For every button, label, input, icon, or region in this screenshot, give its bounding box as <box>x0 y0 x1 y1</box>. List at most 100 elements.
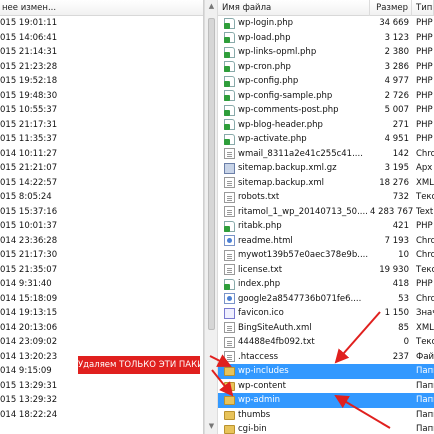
modified-date-row[interactable]: 015 21:35:07 <box>0 263 203 278</box>
php-file-icon <box>224 32 235 44</box>
modified-date-row[interactable]: 014 23:36:28 <box>0 234 203 249</box>
file-name: wp-content <box>238 380 286 391</box>
modified-date-row[interactable]: 015 21:23:28 <box>0 60 203 75</box>
file-row[interactable]: BingSiteAuth.xml 85 XML <box>218 321 434 336</box>
file-size: 4 977 <box>384 76 409 87</box>
file-name-cell: wp-links-opml.php <box>218 46 370 58</box>
modified-date-row[interactable]: 015 14:06:41 <box>0 31 203 46</box>
modified-date-row[interactable]: 015 10:01:37 <box>0 219 203 234</box>
file-row[interactable]: cgi-bin Папк <box>218 422 434 434</box>
modified-date-row[interactable]: 015 19:01:11 <box>0 16 203 31</box>
file-size: 271 <box>392 119 409 130</box>
file-row[interactable]: favicon.ico 1 150 Знач <box>218 306 434 321</box>
file-type: PHP <box>416 221 433 232</box>
file-name: wmail_8311a2e41c255c41.... <box>238 148 363 159</box>
file-row[interactable]: google2a8547736b071fe6.... 53 Chro <box>218 292 434 307</box>
file-type: Папк <box>416 380 434 391</box>
php-file-icon <box>224 278 235 290</box>
file-type: Текс <box>416 192 434 203</box>
file-row[interactable]: wp-load.php 3 123 PHP <box>218 31 434 46</box>
file-row[interactable]: .htaccess 237 Файл <box>218 350 434 365</box>
file-row[interactable]: wp-login.php 34 669 PHP <box>218 16 434 31</box>
file-row[interactable]: thumbs Папк <box>218 408 434 423</box>
file-row[interactable]: wp-includes Папк <box>218 364 434 379</box>
file-size: 3 195 <box>384 163 409 174</box>
file-row[interactable]: ritamol_1_wp_20140713_50.... 4 283 767 Tex… <box>218 205 434 220</box>
file-name-cell: mywot139b57e0aec378e9b.... <box>218 249 370 261</box>
file-name: BingSiteAuth.xml <box>238 322 312 333</box>
file-row[interactable]: mywot139b57e0aec378e9b.... 10 Chro <box>218 248 434 263</box>
file-row[interactable]: wp-content Папк <box>218 379 434 394</box>
file-row[interactable]: wp-comments-post.php 5 007 PHP <box>218 103 434 118</box>
modified-date-row[interactable]: 014 18:22:24 <box>0 408 203 423</box>
modified-date-row[interactable]: 015 19:52:18 <box>0 74 203 89</box>
modified-date-row[interactable]: 015 15:37:16 <box>0 205 203 220</box>
scrollbar-thumb[interactable] <box>208 18 215 330</box>
file-row[interactable]: wp-activate.php 4 951 PHP <box>218 132 434 147</box>
modified-date-row[interactable]: 015 21:17:30 <box>0 248 203 263</box>
modified-date-row[interactable]: 014 9:31:40 <box>0 277 203 292</box>
modified-date-row[interactable]: 014 19:13:15 <box>0 306 203 321</box>
file-type: PHP <box>416 134 433 145</box>
file-type: Text <box>416 206 434 217</box>
file-row[interactable]: ritabk.php 421 PHP <box>218 219 434 234</box>
modified-date-row[interactable]: 014 20:13:06 <box>0 321 203 336</box>
file-name-cell: wp-config.php <box>218 75 370 87</box>
modified-date-row[interactable]: 014 15:18:09 <box>0 292 203 307</box>
file-type: Папк <box>416 424 434 434</box>
file-row[interactable]: robots.txt 732 Текс <box>218 190 434 205</box>
modified-date-row[interactable]: 015 8:05:24 <box>0 190 203 205</box>
file-row[interactable]: wp-config.php 4 977 PHP <box>218 74 434 89</box>
filename-column-header[interactable]: Имя файла <box>218 0 370 16</box>
modified-date-row[interactable]: 015 11:35:37 <box>0 132 203 147</box>
file-name: .htaccess <box>238 351 279 362</box>
file-name: wp-includes <box>238 366 289 377</box>
modified-date-row[interactable]: 015 14:22:57 <box>0 176 203 191</box>
file-row[interactable]: 44488e4fb092.txt 0 Текс <box>218 335 434 350</box>
file-size: 0 <box>403 337 409 348</box>
file-row[interactable]: wp-admin Папк <box>218 393 434 408</box>
modified-date-row[interactable]: 015 21:14:31 <box>0 45 203 60</box>
file-type: Chro <box>416 293 434 304</box>
modified-date-row[interactable]: 015 13:29:32 <box>0 393 203 408</box>
modified-date-row[interactable]: 015 13:29:31 <box>0 379 203 394</box>
text-file-icon <box>224 148 235 160</box>
file-row[interactable]: wp-config-sample.php 2 726 PHP <box>218 89 434 104</box>
type-column-header[interactable]: Тип <box>412 0 434 16</box>
modified-date-column-header[interactable]: нее измен... <box>0 0 203 16</box>
file-name-cell: wp-content <box>218 381 370 391</box>
scroll-up-arrow-icon[interactable]: ▲ <box>207 2 216 11</box>
file-row[interactable]: wmail_8311a2e41c255c41.... 142 Chro <box>218 147 434 162</box>
modified-date-row[interactable]: 014 23:09:02 <box>0 335 203 350</box>
file-size: 5 007 <box>384 105 409 116</box>
file-row[interactable]: sitemap.backup.xml.gz 3 195 Apx <box>218 161 434 176</box>
file-name: cgi-bin <box>238 424 267 434</box>
modified-date-row[interactable]: 015 19:48:30 <box>0 89 203 104</box>
file-size: 53 <box>398 293 409 304</box>
left-pane-scrollbar[interactable]: ▲ ▼ <box>204 0 218 434</box>
modified-date-row[interactable]: 015 21:17:31 <box>0 118 203 133</box>
file-row[interactable]: wp-blog-header.php 271 PHP <box>218 118 434 133</box>
file-size: 34 669 <box>379 18 409 29</box>
file-type: XML <box>416 322 434 333</box>
file-row[interactable]: license.txt 19 930 Текс <box>218 263 434 278</box>
php-file-icon <box>224 220 235 232</box>
modified-date-row[interactable]: 014 10:11:27 <box>0 147 203 162</box>
file-name-cell: cgi-bin <box>218 424 370 434</box>
modified-date-row[interactable]: 015 21:21:07 <box>0 161 203 176</box>
file-row[interactable]: sitemap.backup.xml 18 276 XML <box>218 176 434 191</box>
scroll-down-arrow-icon[interactable]: ▼ <box>207 422 216 431</box>
file-size: 2 380 <box>384 47 409 58</box>
size-column-header[interactable]: Размер <box>370 0 412 16</box>
file-row[interactable]: readme.html 7 193 Chro <box>218 234 434 249</box>
file-name: thumbs <box>238 409 271 420</box>
file-row[interactable]: wp-cron.php 3 286 PHP <box>218 60 434 75</box>
file-name: wp-load.php <box>238 32 291 43</box>
file-size: 237 <box>392 351 409 362</box>
file-type: Текс <box>416 264 434 275</box>
modified-date-header-label: нее измен... <box>2 2 57 13</box>
file-row[interactable]: wp-links-opml.php 2 380 PHP <box>218 45 434 60</box>
file-row[interactable]: index.php 418 PHP <box>218 277 434 292</box>
modified-date-row[interactable]: 015 10:55:37 <box>0 103 203 118</box>
file-name: index.php <box>238 279 281 290</box>
